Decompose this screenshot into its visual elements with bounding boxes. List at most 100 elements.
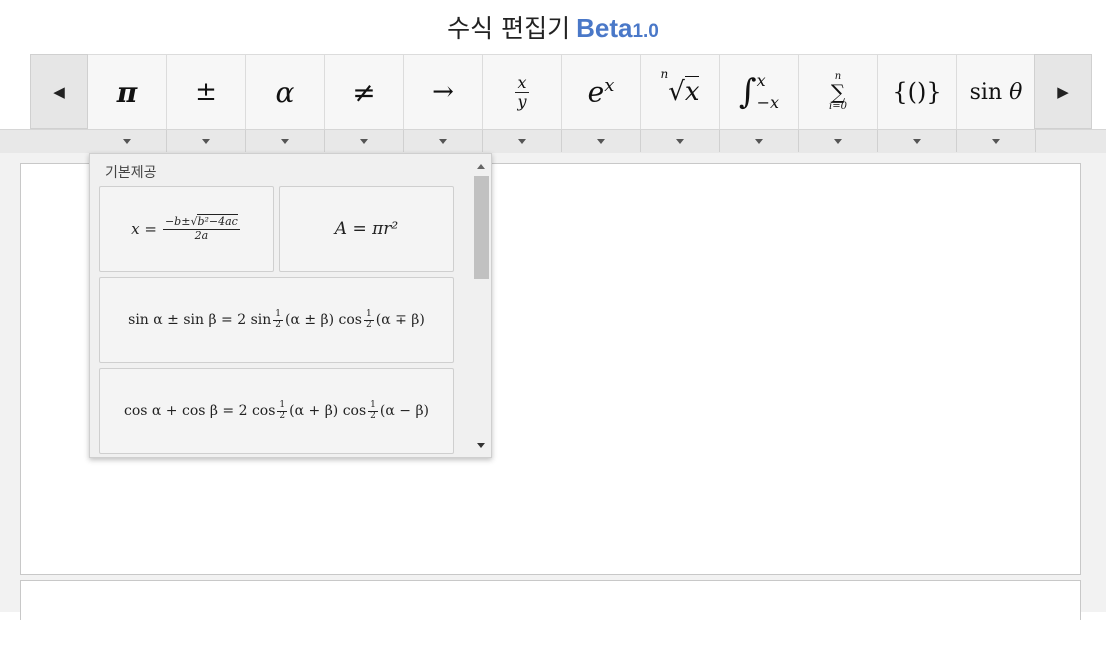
chevron-down-icon <box>202 138 210 144</box>
dropdown-sine[interactable] <box>957 130 1036 152</box>
fraction-num: x <box>515 72 529 93</box>
sine-label: sin <box>969 79 1003 105</box>
quadratic-den: 2a <box>194 228 209 242</box>
scroll-down-icon[interactable] <box>477 443 485 448</box>
quadratic-radicand: b²−4ac <box>197 214 238 229</box>
cos-half-2: 12 <box>368 400 378 422</box>
cos-sum-part-a: cos α + cos β = 2 cos <box>123 403 276 419</box>
scroll-up-icon[interactable] <box>477 164 485 169</box>
chevron-down-icon <box>439 138 447 144</box>
chevron-down-icon <box>360 138 368 144</box>
dropdown-arrow[interactable] <box>404 130 483 152</box>
symbol-exponent-button[interactable]: ex <box>562 54 641 129</box>
circle-area-formula: A = πr² <box>334 219 399 239</box>
dropdown-plus-minus[interactable] <box>167 130 246 152</box>
triangle-left-icon: ◀ <box>53 82 65 101</box>
sin-sum-part-c: (α ∓ β) <box>375 312 425 328</box>
exponent-symbol: ex <box>588 75 615 108</box>
dropdown-summation[interactable] <box>799 130 878 152</box>
symbol-sine-button[interactable]: sin θ <box>957 54 1036 129</box>
dropdown-root[interactable] <box>641 130 720 152</box>
formula-dropdown-panel: 기본제공 x = −b±√b²−4ac 2a A = πr² sin α ± s… <box>89 153 492 458</box>
symbol-toolbar: ◀ π ± α ≠ → x y ex n√x ∫ x −x n ∑ i=0 {(… <box>0 54 1106 154</box>
exponent-base: e <box>587 75 605 109</box>
version-label: 1.0 <box>632 21 659 42</box>
cos-half-1: 12 <box>277 399 288 422</box>
symbol-fraction-button[interactable]: x y <box>483 54 562 129</box>
chevron-down-icon <box>597 138 605 144</box>
sin-half-2: 12 <box>364 308 374 331</box>
dropdown-integral[interactable] <box>720 130 799 152</box>
triangle-right-icon: ▶ <box>1057 82 1069 101</box>
pi-symbol: π <box>116 75 138 109</box>
summation-symbol: n ∑ i=0 <box>829 71 847 112</box>
cos-half-num: 1 <box>277 399 288 412</box>
plus-minus-symbol: ± <box>195 77 217 107</box>
dropdown-row <box>0 129 1106 154</box>
next-button[interactable]: ▶ <box>1034 54 1092 129</box>
cos-sum-formula: cos α + cos β = 2 cos 12 (α + β) cos 12 … <box>123 399 430 422</box>
dropdown-fraction[interactable] <box>483 130 562 152</box>
formula-quadratic[interactable]: x = −b±√b²−4ac 2a <box>99 186 274 272</box>
symbol-not-equal-button[interactable]: ≠ <box>325 54 404 129</box>
dropdown-brackets[interactable] <box>878 130 957 152</box>
prev-button[interactable]: ◀ <box>30 54 88 129</box>
scroll-thumb[interactable] <box>474 176 489 279</box>
chevron-down-icon <box>281 138 289 144</box>
brackets-symbol: {()} <box>892 78 942 106</box>
cos-sum-part-c: (α − β) <box>379 403 430 419</box>
chevron-down-icon <box>123 138 131 144</box>
cos-half-den-2: 2 <box>370 410 376 421</box>
integral-upper: x <box>756 71 766 90</box>
quadratic-formula: x = −b±√b²−4ac 2a <box>131 214 242 242</box>
chevron-down-icon <box>834 138 842 144</box>
root-index: n <box>660 67 669 82</box>
title-bar: 수식 편집기 Beta1.0 <box>0 0 1106 55</box>
sin-half-num: 1 <box>273 308 283 321</box>
dropdown-scrollbar[interactable] <box>472 154 491 457</box>
symbol-brackets-button[interactable]: {()} <box>878 54 957 129</box>
cos-half-den: 2 <box>279 410 286 421</box>
symbol-integral-button[interactable]: ∫ x −x <box>720 54 799 129</box>
workspace-right-margin <box>1081 153 1106 612</box>
root-radicand: x <box>684 76 700 107</box>
fraction-symbol: x y <box>515 72 529 111</box>
quadratic-fraction: −b±√b²−4ac 2a <box>162 214 240 242</box>
dropdown-pi[interactable] <box>88 130 167 152</box>
sine-var: θ <box>1009 79 1023 105</box>
chevron-down-icon <box>992 138 1000 144</box>
sin-half-num-2: 1 <box>364 308 374 321</box>
dropdown-alpha[interactable] <box>246 130 325 152</box>
exponent-power: x <box>604 75 615 97</box>
integral-symbol: ∫ x −x <box>738 71 780 112</box>
workspace-left-margin <box>0 153 20 612</box>
cos-sum-part-b: (α + β) cos <box>289 403 367 419</box>
dropdown-exponent[interactable] <box>562 130 641 152</box>
not-equal-symbol: ≠ <box>352 75 376 109</box>
symbol-summation-button[interactable]: n ∑ i=0 <box>799 54 878 129</box>
symbol-root-button[interactable]: n√x <box>641 54 720 129</box>
chevron-down-icon <box>676 138 684 144</box>
symbol-row: ◀ π ± α ≠ → x y ex n√x ∫ x −x n ∑ i=0 {(… <box>30 54 1106 129</box>
app-title: 수식 편집기 <box>447 14 571 43</box>
quadratic-num-pre: −b± <box>164 215 191 229</box>
sin-sum-part-b: (α ± β) cos <box>284 312 362 328</box>
integral-lower: −x <box>756 93 780 112</box>
symbol-arrow-button[interactable]: → <box>404 54 483 129</box>
symbol-plus-minus-button[interactable]: ± <box>167 54 246 129</box>
quadratic-lhs: x = <box>131 220 157 238</box>
formula-preview-area[interactable] <box>20 580 1081 620</box>
right-arrow-symbol: → <box>432 77 454 107</box>
alpha-symbol: α <box>275 75 295 109</box>
fraction-den: y <box>517 91 527 111</box>
symbol-alpha-button[interactable]: α <box>246 54 325 129</box>
dropdown-not-equal[interactable] <box>325 130 404 152</box>
sin-half-den: 2 <box>275 319 281 330</box>
nth-root-symbol: n√x <box>660 67 700 107</box>
formula-cos-sum[interactable]: cos α + cos β = 2 cos 12 (α + β) cos 12 … <box>99 368 454 454</box>
formula-sin-sum[interactable]: sin α ± sin β = 2 sin 12 (α ± β) cos 12 … <box>99 277 454 363</box>
symbol-pi-button[interactable]: π <box>88 54 167 129</box>
sin-sum-part-a: sin α ± sin β = 2 sin <box>128 312 272 328</box>
formula-circle-area[interactable]: A = πr² <box>279 186 454 272</box>
sum-lower: i=0 <box>829 101 847 112</box>
